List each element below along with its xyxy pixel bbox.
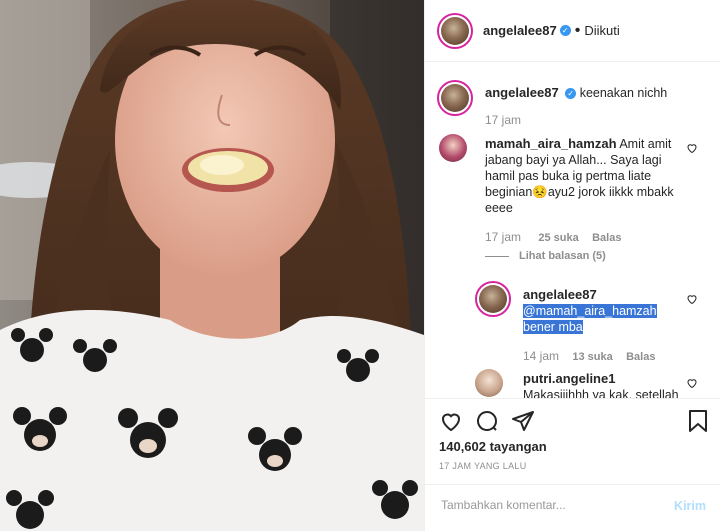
comment-username[interactable]: putri.angeline1 bbox=[523, 371, 615, 386]
view-replies-label: Lihat balasan (5) bbox=[519, 250, 606, 262]
reply-text: bener mba bbox=[523, 320, 583, 334]
comments-list[interactable]: angelalee87 ✓ keenakan nichh 17 jam mama… bbox=[425, 62, 720, 398]
comment-avatar[interactable] bbox=[439, 134, 467, 162]
views-count[interactable]: 140,602 tayangan bbox=[439, 439, 547, 454]
comment-username[interactable]: mamah_aira_hamzah bbox=[485, 136, 617, 151]
post-header: angelalee87 ✓ • Diikuti bbox=[425, 0, 720, 62]
caption-avatar[interactable] bbox=[437, 80, 473, 116]
reply-time[interactable]: 14 jam bbox=[523, 349, 559, 363]
reply-button[interactable]: Balas bbox=[592, 232, 621, 244]
heart-small-icon[interactable] bbox=[686, 377, 698, 389]
comment-text: Makasiiihhh ya kak, setellah bbox=[523, 388, 679, 398]
author-avatar[interactable] bbox=[437, 12, 473, 49]
instagram-post-modal: angelalee87 ✓ • Diikuti angelalee87 ✓ ke… bbox=[0, 0, 720, 531]
replies-divider bbox=[485, 255, 509, 257]
reply-mention[interactable]: @mamah_aira_hamzah bbox=[523, 304, 657, 318]
comment-input[interactable] bbox=[439, 497, 653, 513]
heart-small-icon[interactable] bbox=[686, 142, 698, 154]
comment-likes[interactable]: 25 suka bbox=[538, 232, 578, 244]
caption-username[interactable]: angelalee87 bbox=[485, 85, 559, 100]
video-frame bbox=[0, 0, 424, 531]
emoji-icon: 😣 bbox=[532, 185, 548, 199]
reply-avatar[interactable] bbox=[475, 281, 511, 317]
verified-icon: ✓ bbox=[565, 88, 577, 100]
post-time[interactable]: 17 JAM YANG LALU bbox=[439, 461, 527, 471]
author-username[interactable]: angelalee87 bbox=[483, 23, 557, 38]
comment-avatar[interactable] bbox=[475, 369, 503, 397]
reply-button[interactable]: Balas bbox=[626, 351, 655, 363]
save-icon[interactable] bbox=[687, 409, 709, 433]
caption-text: keenakan nichh bbox=[579, 86, 668, 100]
add-comment-bar: Kirim bbox=[425, 484, 720, 531]
share-icon[interactable] bbox=[511, 409, 535, 433]
separator-dot: • bbox=[574, 21, 581, 39]
post-comment-button[interactable]: Kirim bbox=[674, 499, 706, 513]
reply-likes[interactable]: 13 suka bbox=[572, 351, 612, 363]
reply-username[interactable]: angelalee87 bbox=[523, 287, 597, 302]
view-replies-button[interactable]: Lihat balasan (5) bbox=[485, 250, 606, 262]
reply-item: angelalee87 @mamah_aira_hamzah bener mba… bbox=[425, 281, 720, 371]
caption-time[interactable]: 17 jam bbox=[485, 113, 521, 127]
comment-item: putri.angeline1 Makasiiihhh ya kak, sete… bbox=[425, 367, 720, 398]
post-video[interactable] bbox=[0, 0, 424, 531]
follow-status-button[interactable]: Diikuti bbox=[584, 23, 619, 38]
comment-time[interactable]: 17 jam bbox=[485, 230, 521, 244]
like-icon[interactable] bbox=[439, 409, 463, 433]
heart-small-icon[interactable] bbox=[686, 293, 698, 305]
verified-icon: ✓ bbox=[559, 25, 571, 36]
post-actions: 140,602 tayangan 17 JAM YANG LALU Kirim bbox=[425, 398, 720, 531]
post-sidebar: angelalee87 ✓ • Diikuti angelalee87 ✓ ke… bbox=[424, 0, 720, 531]
comment-icon[interactable] bbox=[475, 409, 499, 433]
